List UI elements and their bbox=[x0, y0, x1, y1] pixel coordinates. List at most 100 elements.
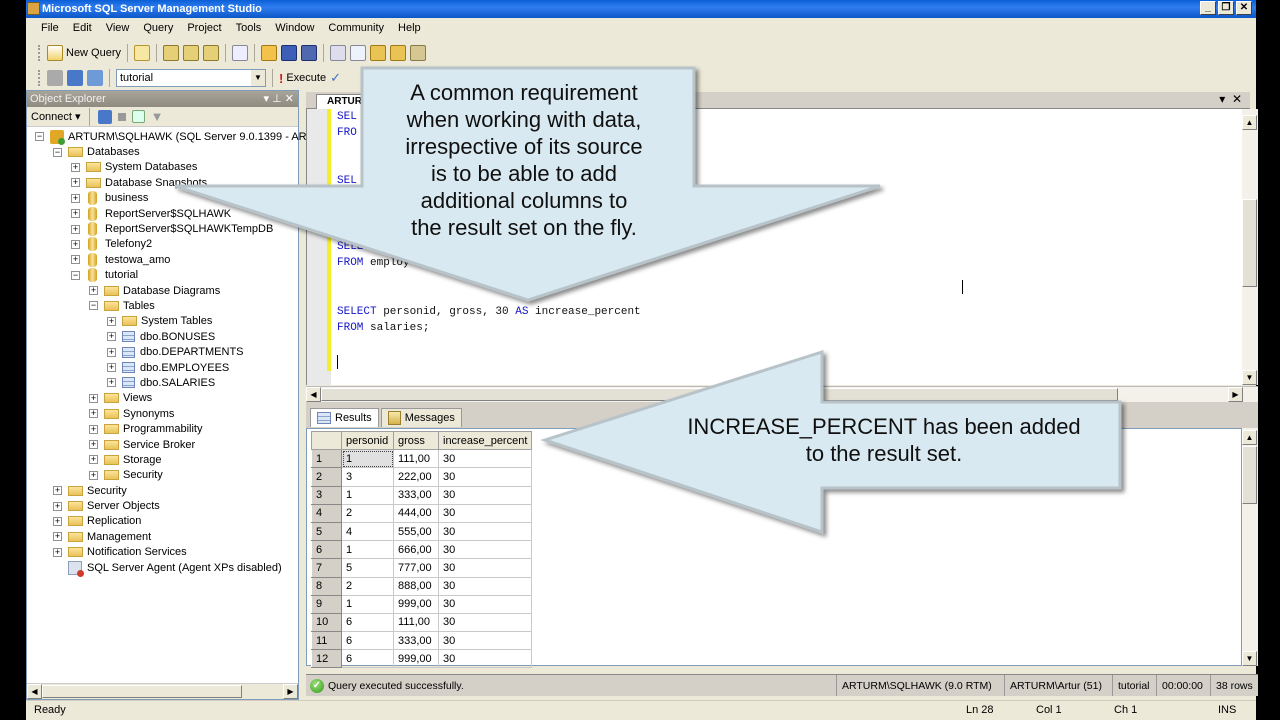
expand-icon[interactable]: + bbox=[89, 440, 98, 449]
object-explorer-icon[interactable] bbox=[350, 45, 367, 61]
solution-explorer-icon[interactable] bbox=[390, 45, 407, 61]
row-header[interactable]: 5 bbox=[311, 521, 342, 542]
tree-node[interactable]: + dbo.BONUSES bbox=[27, 329, 298, 344]
grid-cell[interactable]: 1 bbox=[341, 449, 394, 469]
tree-node[interactable]: + Notification Services bbox=[27, 545, 298, 560]
tree-node[interactable]: + testowa_amo bbox=[27, 252, 298, 267]
grid-cell[interactable]: 777,00 bbox=[393, 558, 439, 578]
tree-node[interactable]: + System Databases bbox=[27, 160, 298, 175]
grid-cell[interactable]: 30 bbox=[437, 503, 533, 523]
tree-node[interactable]: + Management bbox=[27, 529, 298, 544]
menu-view[interactable]: View bbox=[99, 19, 137, 39]
tree-node[interactable]: + Replication bbox=[27, 514, 298, 529]
grid-cell[interactable]: 222,00 bbox=[393, 467, 439, 487]
grid-cell[interactable]: 5 bbox=[341, 558, 394, 578]
scroll-up-icon[interactable]: ▲ bbox=[1242, 115, 1257, 130]
disconnect-icon[interactable] bbox=[97, 109, 112, 124]
grid-cell[interactable]: 2 bbox=[341, 576, 394, 596]
tree-node[interactable]: + ReportServer$SQLHAWKTempDB bbox=[27, 221, 298, 237]
grid-cell[interactable]: 30 bbox=[437, 467, 533, 487]
tree-node[interactable]: − Tables bbox=[27, 298, 298, 313]
expand-icon[interactable]: + bbox=[89, 424, 98, 434]
collapse-icon[interactable]: − bbox=[89, 301, 98, 311]
expand-icon[interactable]: + bbox=[107, 347, 116, 357]
expand-icon[interactable]: + bbox=[53, 547, 62, 557]
grid-cell[interactable]: 30 bbox=[437, 612, 533, 633]
tree-node[interactable]: + Storage bbox=[27, 452, 298, 467]
grid-cell[interactable]: 6 bbox=[341, 649, 394, 669]
row-header[interactable]: 2 bbox=[311, 467, 342, 487]
close-document-icon[interactable]: ✕ bbox=[1232, 92, 1242, 106]
expand-icon[interactable]: + bbox=[71, 239, 80, 249]
grid-cell[interactable]: 2 bbox=[341, 503, 394, 523]
sql-mobile-icon[interactable] bbox=[232, 45, 249, 61]
grid-cell[interactable]: 30 bbox=[437, 540, 533, 560]
tree-node[interactable]: + Synonyms bbox=[27, 406, 298, 421]
dmx-query-icon[interactable] bbox=[183, 45, 200, 61]
save-icon[interactable] bbox=[281, 45, 298, 61]
new-query-button[interactable]: New Query bbox=[47, 45, 121, 61]
scroll-left-icon[interactable]: ◀ bbox=[306, 387, 321, 402]
menu-window[interactable]: Window bbox=[268, 19, 321, 39]
collapse-icon[interactable]: − bbox=[71, 270, 80, 280]
tree-node[interactable]: + Database Diagrams bbox=[27, 283, 298, 298]
expand-icon[interactable]: + bbox=[71, 162, 80, 172]
grid-cell[interactable]: 999,00 bbox=[393, 649, 439, 669]
menu-community[interactable]: Community bbox=[321, 19, 391, 39]
menu-project[interactable]: Project bbox=[180, 19, 228, 39]
tree-node[interactable]: + Telefony2 bbox=[27, 237, 298, 252]
menu-edit[interactable]: Edit bbox=[66, 19, 99, 39]
tree-node[interactable]: + dbo.SALARIES bbox=[27, 375, 298, 390]
expand-icon[interactable]: + bbox=[71, 224, 80, 234]
open-file-icon[interactable] bbox=[261, 45, 278, 61]
expand-icon[interactable]: + bbox=[53, 486, 62, 496]
menu-tools[interactable]: Tools bbox=[229, 19, 269, 39]
column-header-increase-percent[interactable]: increase_percent bbox=[437, 430, 533, 451]
tree-node[interactable]: + dbo.EMPLOYEES bbox=[27, 360, 298, 375]
grid-cell[interactable]: 30 bbox=[437, 449, 533, 469]
database-select[interactable]: tutorial ▼ bbox=[116, 69, 266, 87]
results-vertical-scrollbar[interactable]: ▲ ▼ bbox=[1242, 428, 1258, 666]
tree-node[interactable]: − tutorial bbox=[27, 268, 298, 283]
grid-cell[interactable]: 444,00 bbox=[393, 503, 439, 523]
scroll-left-icon[interactable]: ◀ bbox=[27, 684, 42, 699]
row-header[interactable]: 11 bbox=[311, 631, 342, 651]
grid-cell[interactable]: 999,00 bbox=[393, 594, 439, 614]
active-files-icon[interactable]: ▾ bbox=[1219, 92, 1225, 106]
row-header[interactable]: 8 bbox=[311, 576, 342, 596]
properties-icon[interactable] bbox=[410, 45, 427, 61]
grid-cell[interactable]: 666,00 bbox=[393, 540, 439, 560]
expand-icon[interactable]: + bbox=[89, 470, 98, 480]
expand-icon[interactable]: + bbox=[71, 193, 80, 203]
grid-cell[interactable]: 30 bbox=[437, 649, 533, 669]
row-header[interactable]: 6 bbox=[311, 540, 342, 560]
grid-cell[interactable]: 3 bbox=[341, 467, 394, 487]
restore-button[interactable]: ❐ bbox=[1218, 1, 1234, 15]
pin-icon[interactable]: ⊥ bbox=[272, 93, 282, 105]
connect-dropdown[interactable]: Connect ▾ bbox=[31, 110, 81, 123]
execute-button[interactable]: ! Execute bbox=[279, 71, 326, 86]
tree-node[interactable]: + business bbox=[27, 191, 298, 206]
minimize-button[interactable]: _ bbox=[1200, 1, 1216, 15]
pane-menu-icon[interactable]: ▾ bbox=[264, 93, 270, 105]
scroll-thumb[interactable] bbox=[1242, 199, 1257, 287]
tree-node[interactable]: + System Tables bbox=[27, 314, 298, 329]
grid-cell[interactable]: 30 bbox=[437, 631, 533, 651]
tree-node[interactable]: + Views bbox=[27, 391, 298, 406]
grid-cell[interactable]: 30 bbox=[437, 485, 533, 505]
expand-icon[interactable]: + bbox=[107, 316, 116, 326]
grid-cell[interactable]: 30 bbox=[437, 558, 533, 578]
connect-icon[interactable] bbox=[47, 70, 63, 86]
tree-node[interactable]: + Programmability bbox=[27, 421, 298, 436]
registered-servers-icon[interactable] bbox=[330, 45, 347, 61]
corner-header[interactable] bbox=[311, 430, 342, 451]
tree-node[interactable]: + Database Snapshots bbox=[27, 175, 298, 190]
tree-node[interactable]: + Security bbox=[27, 483, 298, 498]
filter-icon[interactable]: ▼ bbox=[151, 109, 164, 124]
collapse-icon[interactable]: − bbox=[35, 132, 44, 142]
column-header-personid[interactable]: personid bbox=[341, 430, 394, 451]
editor-horizontal-scrollbar[interactable]: ◀ ▶ bbox=[306, 386, 1258, 402]
scroll-thumb[interactable] bbox=[42, 685, 242, 698]
menu-help[interactable]: Help bbox=[391, 19, 428, 39]
row-header[interactable]: 9 bbox=[311, 594, 342, 614]
